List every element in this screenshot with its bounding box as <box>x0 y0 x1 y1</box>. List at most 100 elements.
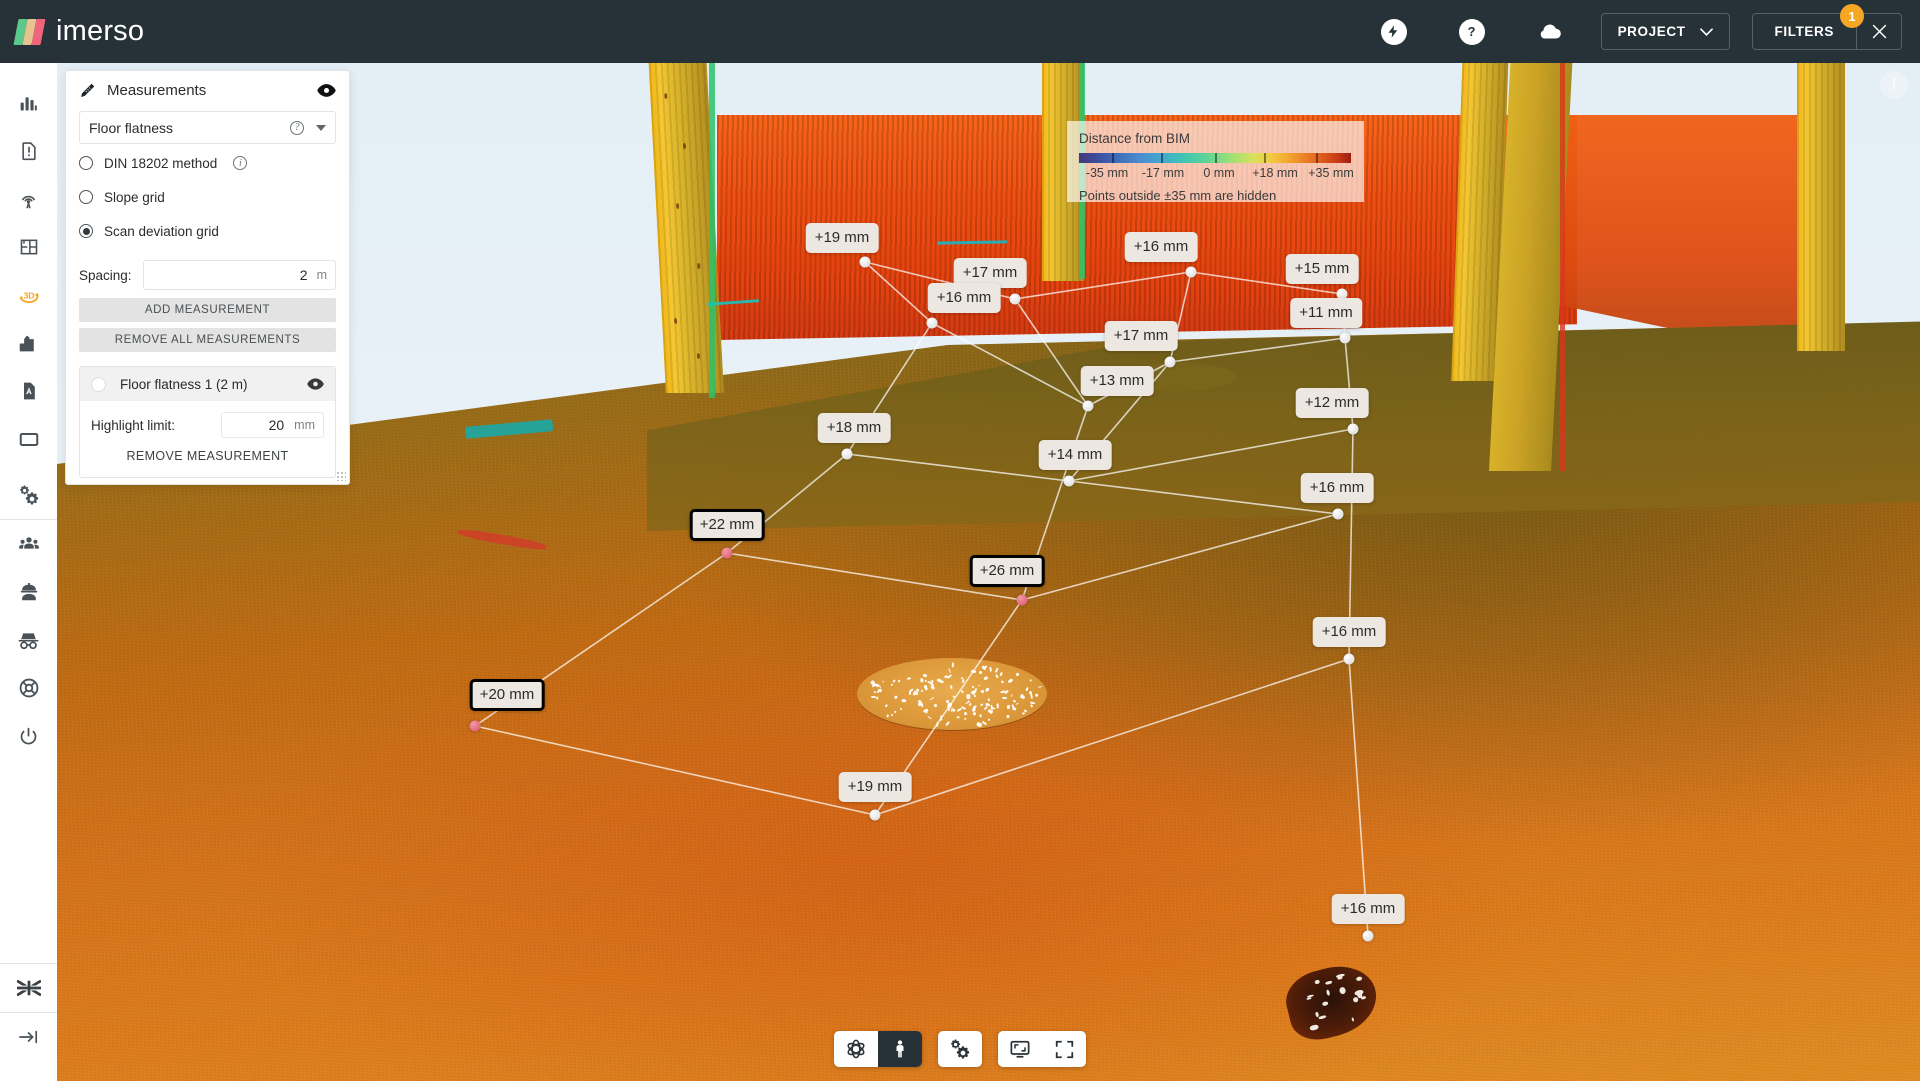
help-icon[interactable]: ? <box>1458 18 1485 45</box>
patch-speckle <box>977 684 981 687</box>
patch-speckle <box>1037 685 1043 688</box>
orbit-mode-button[interactable] <box>834 1031 878 1067</box>
patch-speckle <box>988 697 991 702</box>
patch-speckle <box>994 673 999 678</box>
patch-speckle <box>945 721 950 727</box>
patch-speckle <box>957 716 961 720</box>
patch-speckle <box>1006 705 1011 709</box>
svg-text:?: ? <box>1468 24 1476 39</box>
legend-tick-1: -17 mm <box>1141 166 1185 180</box>
measurement-card-header[interactable]: Floor flatness 1 (2 m) <box>80 367 335 401</box>
legend-tick-0: -35 mm <box>1085 166 1129 180</box>
measurement-visibility-toggle[interactable] <box>307 378 324 390</box>
spacing-input[interactable]: 2 m <box>142 260 336 290</box>
patch-speckle <box>896 679 901 684</box>
method-option-slope-grid[interactable]: Slope grid <box>66 182 349 212</box>
patch-speckle <box>932 703 938 709</box>
sidebar-item-scans[interactable] <box>0 175 57 223</box>
method-option-scan-deviation-grid[interactable]: Scan deviation grid <box>66 216 349 246</box>
sidebar-item-floorplan[interactable] <box>0 223 57 271</box>
patch-speckle <box>1001 696 1007 699</box>
radio-slope-grid[interactable] <box>79 190 93 204</box>
measurement-type-select[interactable]: Floor flatness ? <box>79 111 336 144</box>
measurements-panel: Measurements Floor flatness ? DIN 18202 … <box>65 70 350 485</box>
top-bar-actions: ? PROJECT 1 FILTERS <box>1355 4 1920 50</box>
patch-speckle <box>899 707 903 711</box>
patch-speckle <box>1015 672 1020 677</box>
screen-icon <box>19 432 38 446</box>
chevron-down-icon[interactable] <box>316 124 326 131</box>
hole-speckle <box>1314 978 1321 985</box>
radio-din18202[interactable] <box>79 156 93 170</box>
measurement-name: Floor flatness 1 (2 m) <box>120 376 248 392</box>
sidebar-item-logout[interactable] <box>0 712 57 760</box>
patch-speckle <box>894 710 898 714</box>
sidebar-item-drawings[interactable] <box>0 367 57 415</box>
radio-scan-deviation-grid[interactable] <box>79 224 93 238</box>
lightning-icon[interactable] <box>1380 18 1407 45</box>
remove-all-measurements-button[interactable]: REMOVE ALL MEASUREMENTS <box>79 328 336 352</box>
sidebar-item-language[interactable] <box>0 964 57 1012</box>
uk-flag-icon <box>16 980 41 996</box>
patch-speckle <box>984 686 991 693</box>
patch-speckle <box>966 693 971 699</box>
app-logo[interactable]: imerso <box>13 15 144 48</box>
column-right-edge <box>1560 63 1565 471</box>
incognito-icon <box>18 632 39 649</box>
remove-measurement-button[interactable]: REMOVE MEASUREMENT <box>80 443 335 469</box>
sidebar-item-screen[interactable] <box>0 415 57 463</box>
legend-note: Points outside ±35 mm are hidden <box>1079 188 1277 203</box>
walk-mode-button[interactable] <box>878 1031 922 1067</box>
patch-speckle <box>985 702 989 706</box>
measurement-type-value: Floor flatness <box>89 119 174 136</box>
question-mark-icon[interactable]: ? <box>290 120 304 135</box>
method-label-din18202: DIN 18202 method <box>104 155 218 171</box>
panel-resize-handle[interactable] <box>336 471 346 481</box>
patch-speckle <box>920 678 924 683</box>
floor-artifact-2 <box>1117 363 1237 391</box>
sidebar-item-team[interactable] <box>0 520 57 568</box>
collapse-arrow-icon <box>18 1030 37 1044</box>
eye-icon <box>317 83 336 97</box>
sidebar-item-incognito[interactable] <box>0 616 57 664</box>
sidebar-item-analytics[interactable] <box>0 79 57 127</box>
patch-speckle <box>948 668 952 674</box>
view-settings-button[interactable] <box>938 1031 982 1067</box>
sidebar-item-settings[interactable] <box>0 471 57 519</box>
measurement-color-swatch[interactable] <box>91 376 106 392</box>
method-option-din18202[interactable]: DIN 18202 method i <box>66 148 349 178</box>
hole-speckle <box>1318 1014 1327 1020</box>
patch-speckle <box>1013 699 1017 703</box>
column-left-edge <box>709 63 715 398</box>
info-icon[interactable]: i <box>1880 71 1908 99</box>
people-icon <box>18 537 39 549</box>
floor-patch <box>857 658 1047 730</box>
measurements-panel-header: Measurements <box>66 71 349 109</box>
sidebar-item-3d-view[interactable]: 3D <box>0 271 57 319</box>
patch-speckle <box>939 718 943 721</box>
legend-color-bar <box>1079 153 1351 163</box>
panel-visibility-toggle[interactable] <box>317 83 336 97</box>
info-icon-din18202[interactable]: i <box>233 156 248 170</box>
highlight-limit-input[interactable]: 20 mm <box>221 412 324 438</box>
sidebar-item-collapse[interactable] <box>0 1013 57 1061</box>
project-dropdown-button[interactable]: PROJECT <box>1600 13 1730 50</box>
patch-speckle <box>922 673 927 678</box>
patch-speckle <box>907 677 912 680</box>
project-dropdown-label: PROJECT <box>1617 24 1686 39</box>
fullscreen-button[interactable] <box>1042 1031 1086 1067</box>
sidebar-item-issues[interactable] <box>0 127 57 175</box>
filters-group: 1 FILTERS <box>1751 4 1902 50</box>
patch-speckle <box>974 694 977 697</box>
sidebar-item-support[interactable] <box>0 664 57 712</box>
patch-speckle <box>947 702 952 706</box>
add-measurement-button[interactable]: ADD MEASUREMENT <box>79 298 336 322</box>
cloud-icon[interactable] <box>1537 19 1563 45</box>
legend-tick-2: 0 mm <box>1203 166 1235 180</box>
patch-speckle <box>876 696 879 700</box>
sidebar-item-building[interactable] <box>0 319 57 367</box>
sidebar-item-worker[interactable] <box>0 568 57 616</box>
screenshot-button[interactable] <box>998 1031 1042 1067</box>
eye-icon <box>307 378 324 390</box>
patch-speckle <box>979 713 982 718</box>
